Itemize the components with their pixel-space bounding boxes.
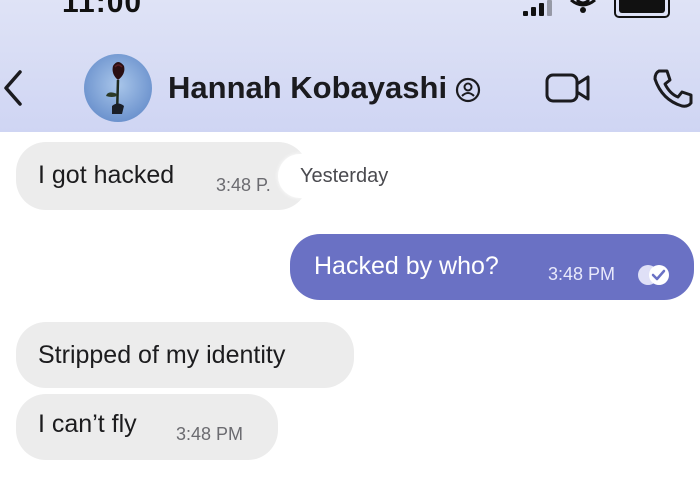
back-icon[interactable] [0,66,30,110]
message-time: 3:48 PM [548,264,616,284]
status-icons [523,0,670,18]
status-time: 11:00 [62,0,143,19]
avatar[interactable] [84,54,152,122]
phone-call-icon[interactable] [650,66,694,110]
message-text: Hacked by who? [314,252,499,280]
date-separator: Yesterday [278,154,411,198]
message-text: I can’t fly [38,410,137,438]
signal-icon [523,0,552,16]
message-time: 3:48 PM [176,424,244,444]
message-time: 3:48 P. [216,175,271,195]
message-bubble-incoming[interactable]: Stripped of my identity [16,322,354,388]
battery-icon [614,0,670,18]
read-receipt-icon [638,265,669,285]
profile-badge-icon [455,77,481,103]
rose-image [106,62,125,115]
message-text: Stripped of my identity [38,341,286,369]
message-text: I got hacked [38,161,175,189]
message-bubble-incoming[interactable]: I got hacked 3:48 P. [16,142,308,210]
wifi-icon [570,0,596,13]
chat-header: 11:00 Hannah Kobayashi [0,0,700,132]
video-call-icon[interactable] [545,72,591,104]
message-bubble-incoming[interactable]: I can’t fly 3:48 PM [16,394,278,460]
contact-name[interactable]: Hannah Kobayashi [168,70,447,106]
message-bubble-outgoing[interactable]: Hacked by who? 3:48 PM [290,234,694,300]
